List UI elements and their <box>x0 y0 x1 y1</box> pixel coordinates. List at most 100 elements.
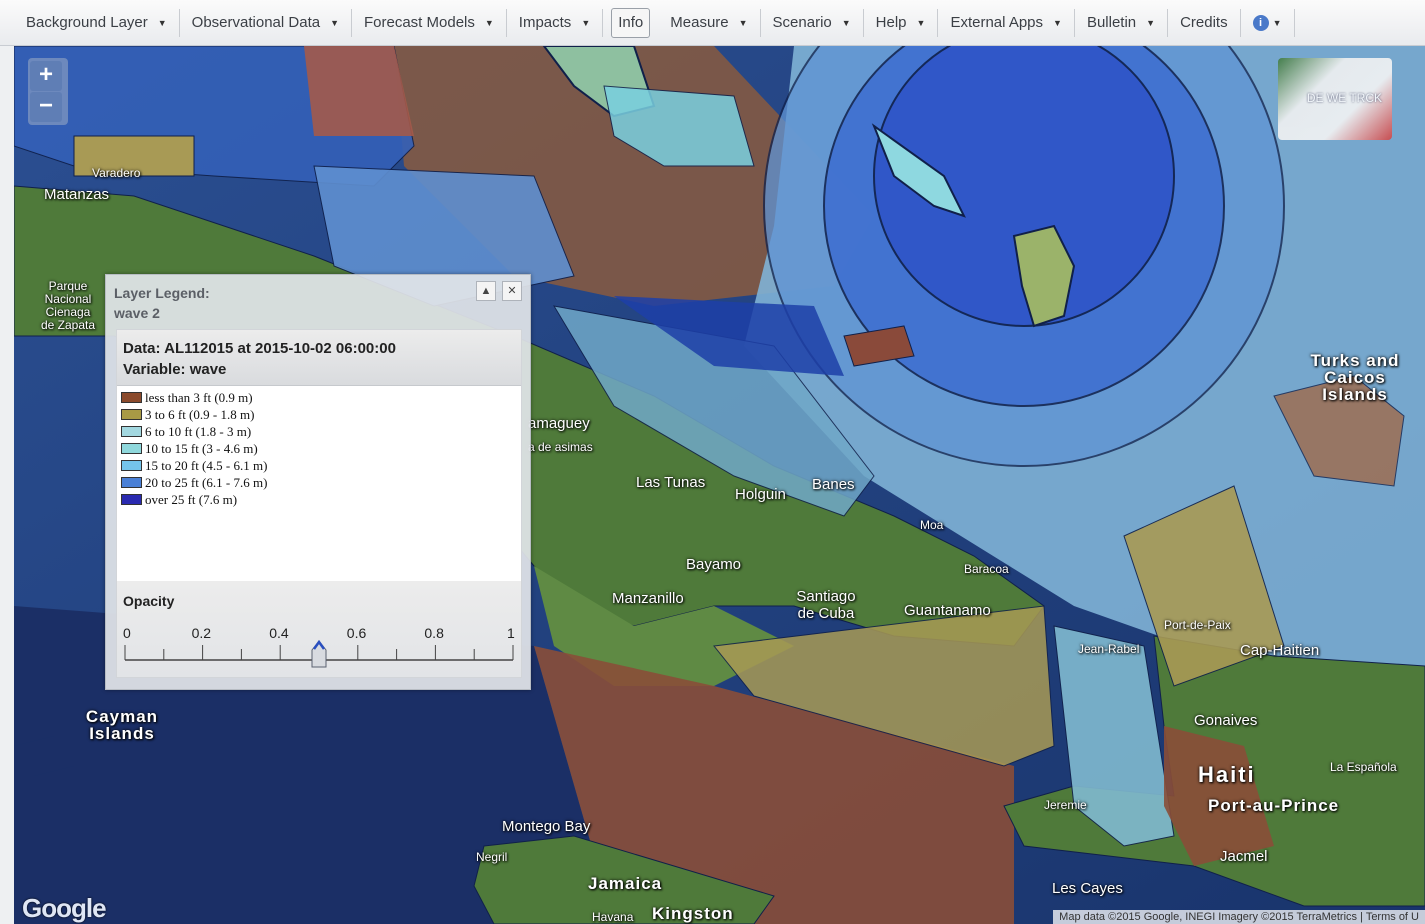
zoom-control: + − <box>28 58 68 125</box>
legend-item: 20 to 25 ft (6.1 - 7.6 m) <box>121 474 517 491</box>
legend-layer-name: wave 2 <box>114 305 160 321</box>
legend-body: Data: AL112015 at 2015-10-02 06:00:00 Va… <box>116 329 522 583</box>
map-attribution: Map data ©2015 Google, INEGI Imagery ©20… <box>1053 910 1425 924</box>
chevron-down-icon: ▼ <box>841 17 851 28</box>
chevron-down-icon: ▼ <box>1146 17 1156 28</box>
place-label: Cayman Islands <box>85 707 159 743</box>
legend-swatch <box>121 426 142 437</box>
opacity-slider[interactable] <box>117 581 521 677</box>
legend-title: Layer Legend: wave 2 <box>114 283 210 323</box>
place-label: Jeremie <box>1044 798 1087 812</box>
legend-items: less than 3 ft (0.9 m) 3 to 6 ft (0.9 - 1… <box>117 386 521 511</box>
layer-legend-panel: Layer Legend: wave 2 ▲ ✕ Data: AL112015 … <box>105 274 531 690</box>
chevron-down-icon: ▼ <box>1053 17 1062 28</box>
place-label: Jean-Rabel <box>1078 642 1140 656</box>
place-label: Jacmel <box>1220 848 1268 865</box>
place-label: Parque Nacional Cienaga de Zapata <box>40 279 96 332</box>
menu-forecast-models[interactable]: Forecast Models ▼ <box>352 8 507 37</box>
main-menu-bar: Background Layer ▼ Observational Data ▼ Fore… <box>0 0 1425 46</box>
legend-item: 6 to 10 ft (1.8 - 3 m) <box>121 423 517 440</box>
opacity-control: Opacity 0 0.2 0.4 0.6 0.8 1 <box>116 581 522 678</box>
zoom-in-button[interactable]: + <box>30 61 62 91</box>
legend-title-line1: Layer Legend: <box>114 285 210 301</box>
chevron-down-icon: ▼ <box>157 17 167 28</box>
menu-background-layer[interactable]: Background Layer ▼ <box>14 8 180 37</box>
menu-label: Forecast Models <box>364 14 475 31</box>
legend-item: 3 to 6 ft (0.9 - 1.8 m) <box>121 406 517 423</box>
legend-item-label: over 25 ft (7.6 m) <box>145 491 238 507</box>
place-label: amaguey <box>528 415 590 432</box>
menu-bulletin[interactable]: Bulletin ▼ <box>1075 8 1169 37</box>
place-label: Negril <box>476 850 508 864</box>
place-label: Havana <box>592 910 634 924</box>
zoom-out-button[interactable]: − <box>30 92 62 122</box>
legend-item-label: less than 3 ft (0.9 m) <box>145 389 253 405</box>
legend-swatch <box>121 494 142 505</box>
info-circle-icon: i <box>1252 14 1269 31</box>
place-label: Turks and Caicos Islands <box>1310 351 1400 404</box>
legend-data-line: Data: AL112015 at 2015-10-02 06:00:00 <box>123 340 396 357</box>
menu-label: Bulletin <box>1086 14 1137 31</box>
place-label: Bayamo <box>686 556 742 573</box>
legend-swatch <box>121 409 142 420</box>
menu-external-apps[interactable]: External Apps ▼ <box>938 8 1075 37</box>
place-label: Les Cayes <box>1052 880 1123 897</box>
legend-item: over 25 ft (7.6 m) <box>121 491 517 508</box>
place-label: Cap-Haitien <box>1240 642 1320 659</box>
place-label: Gonaives <box>1194 712 1258 729</box>
slider-thumb <box>311 639 327 668</box>
close-icon[interactable]: ✕ <box>502 281 522 301</box>
menu-impacts[interactable]: Impacts ▼ <box>507 8 604 37</box>
chevron-down-icon: ▼ <box>738 17 748 28</box>
place-label: Jamaica <box>588 874 663 893</box>
legend-swatch <box>121 460 142 471</box>
menu-help[interactable]: Help ▼ <box>864 8 939 37</box>
menu-measure[interactable]: Measure ▼ <box>658 8 761 37</box>
legend-item-label: 3 to 6 ft (0.9 - 1.8 m) <box>145 406 255 422</box>
legend-swatch <box>121 477 142 488</box>
chevron-down-icon: ▼ <box>484 17 494 28</box>
menu-label: Credits <box>1180 14 1228 31</box>
place-label: Kingston <box>652 904 734 923</box>
menu-label: Scenario <box>772 14 832 31</box>
legend-item: less than 3 ft (0.9 m) <box>121 389 517 406</box>
menu-label: External Apps <box>950 14 1044 31</box>
place-label: La Española <box>1330 760 1397 774</box>
place-label: Baracoa <box>964 562 1009 576</box>
place-label: Moa <box>920 518 944 532</box>
menu-credits[interactable]: Credits <box>1168 8 1241 37</box>
place-label: a de asimas <box>528 440 593 454</box>
google-logo: Google <box>22 893 107 923</box>
menu-observational-data[interactable]: Observational Data ▼ <box>180 8 352 37</box>
menu-label: Measure <box>670 14 729 31</box>
menu-label: Background Layer <box>26 14 148 31</box>
collapse-up-icon[interactable]: ▲ <box>476 281 496 301</box>
legend-header: Data: AL112015 at 2015-10-02 06:00:00 Va… <box>117 330 521 386</box>
logo-text: DE WE TRCK <box>1306 91 1382 105</box>
place-label: Manzanillo <box>612 590 684 607</box>
info-menu-button[interactable]: i ▼ <box>1241 8 1295 37</box>
legend-item-label: 10 to 15 ft (3 - 4.6 m) <box>145 440 258 456</box>
place-label: Matanzas <box>44 186 110 203</box>
chevron-down-icon: ▼ <box>581 17 591 28</box>
chevron-down-icon: ▼ <box>916 17 926 28</box>
place-label: Banes <box>812 476 855 493</box>
place-label: Haiti <box>1198 762 1256 787</box>
legend-swatch <box>121 392 142 403</box>
menu-label: Observational Data <box>191 14 321 31</box>
menu-scenario[interactable]: Scenario ▼ <box>761 8 864 37</box>
place-label: Port-de-Paix <box>1164 618 1231 632</box>
place-label: Las Tunas <box>636 474 706 491</box>
legend-item-label: 6 to 10 ft (1.8 - 3 m) <box>145 423 252 439</box>
menu-label: Info <box>618 14 644 31</box>
legend-variable-line: Variable: wave <box>123 361 227 378</box>
menu-label: Help <box>875 14 907 31</box>
legend-item-label: 20 to 25 ft (6.1 - 7.6 m) <box>145 474 268 490</box>
legend-item: 10 to 15 ft (3 - 4.6 m) <box>121 440 517 457</box>
menu-label: Impacts <box>518 14 572 31</box>
chevron-down-icon: ▼ <box>330 17 339 28</box>
menu-info[interactable]: Info <box>611 7 651 38</box>
place-label: Santiago de Cuba <box>796 588 856 622</box>
agency-logo: DE WE TRCK <box>1278 58 1392 140</box>
place-label: Guantanamo <box>904 602 991 619</box>
